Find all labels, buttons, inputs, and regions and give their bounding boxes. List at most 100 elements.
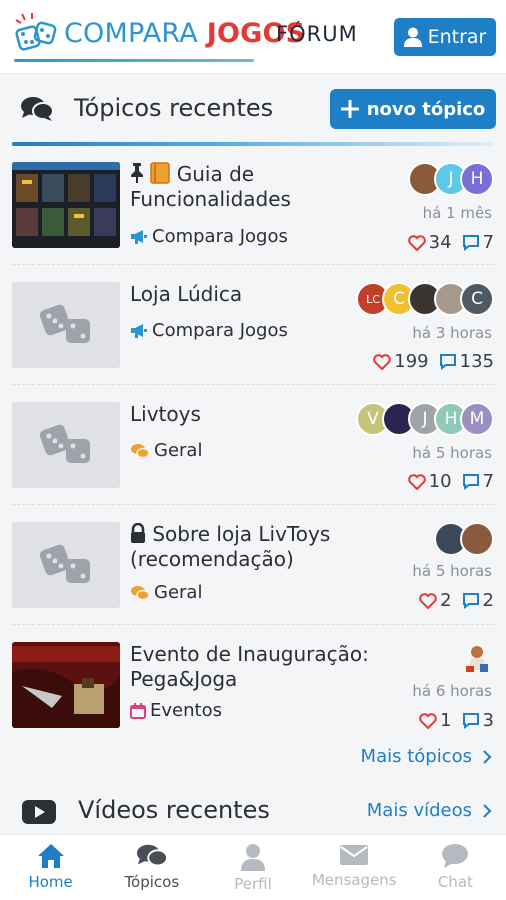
heart-icon: [407, 473, 426, 490]
topic-category[interactable]: Geral: [130, 440, 202, 461]
topic-time: há 6 horas: [412, 682, 492, 700]
section-divider: [12, 142, 494, 146]
reply-icon: [462, 713, 479, 729]
topic-separator: [12, 384, 494, 385]
topic-thumbnail[interactable]: [12, 522, 120, 608]
topic-time: há 3 horas: [412, 324, 492, 342]
dice-logo-icon: [15, 13, 57, 51]
new-topic-label: novo tópico: [366, 98, 486, 120]
dice-placeholder-icon: [39, 304, 90, 343]
dice-placeholder-icon: [39, 544, 90, 583]
likes-count: 2: [440, 590, 452, 611]
likes-count: 10: [428, 471, 452, 492]
category-label: Compara Jogos: [152, 320, 288, 341]
screenshot-thumbnail-image: [12, 162, 120, 248]
category-label: Compara Jogos: [152, 226, 288, 247]
lock-icon: [130, 522, 152, 546]
avatar: M: [460, 402, 494, 436]
more-topics-label: Mais tópicos: [360, 746, 472, 767]
category-label: Geral: [154, 440, 203, 461]
topic-thumbnail[interactable]: [12, 402, 120, 488]
topic-stats: 1 3: [413, 710, 494, 731]
user-icon: [403, 27, 422, 47]
topic-title-row[interactable]: Guia de Funcionalidades: [130, 162, 340, 212]
plus-icon: [340, 100, 359, 118]
comments-icon: [21, 97, 54, 121]
pin-icon: [130, 162, 150, 186]
topic-item[interactable]: Sobre loja LivToys (recomendação) Geral …: [12, 522, 494, 632]
topic-time: há 5 horas: [412, 562, 492, 580]
topic-title[interactable]: Loja Lúdica: [130, 282, 330, 307]
youtube-icon: [22, 800, 56, 824]
book-icon: [150, 162, 176, 186]
replies-count: 7: [482, 471, 494, 492]
topic-thumbnail[interactable]: [12, 162, 120, 248]
reply-icon: [462, 235, 479, 251]
megaphone-icon: [131, 323, 147, 338]
topic-category[interactable]: Eventos: [130, 700, 222, 721]
compara-jogos-logo[interactable]: COMPARA JOGOS: [12, 12, 305, 56]
topic-separator: [12, 264, 494, 265]
category-label: Eventos: [150, 700, 222, 721]
chat-bubbles-icon: [131, 443, 150, 458]
likes-count: 34: [428, 232, 452, 253]
topic-time: há 5 horas: [412, 444, 492, 462]
logo-underline: [14, 59, 254, 62]
chevron-right-icon: [483, 749, 492, 764]
replies-count: 3: [482, 710, 494, 731]
avatar: C: [460, 282, 494, 316]
bottom-navigation: Home Tópicos Perfil Mensagens Chat: [0, 834, 506, 900]
topic-separator: [12, 504, 494, 505]
nav-messages[interactable]: Mensagens: [304, 835, 405, 900]
nav-chat[interactable]: Chat: [405, 835, 506, 900]
app-header: COMPARA JOGOS FÓRUM Entrar: [0, 0, 506, 74]
participant-avatars: H J: [408, 162, 494, 196]
nav-messages-label: Mensagens: [311, 871, 397, 889]
topic-item[interactable]: Loja Lúdica Compara Jogos C C LC há 3 ho…: [12, 282, 494, 392]
likes-count: 199: [394, 351, 429, 372]
participant-avatars: C C LC: [356, 282, 494, 316]
new-topic-button[interactable]: novo tópico: [330, 89, 496, 129]
nav-topics[interactable]: Tópicos: [101, 835, 202, 900]
nav-home[interactable]: Home: [0, 835, 101, 900]
chevron-right-icon: [483, 803, 492, 818]
topic-category[interactable]: Geral: [130, 582, 202, 603]
more-topics-link[interactable]: Mais tópicos: [361, 746, 492, 767]
topic-stats: 2 2: [413, 590, 494, 611]
topic-category[interactable]: Compara Jogos: [130, 226, 288, 247]
heart-icon: [407, 234, 426, 251]
topic-stats: 10 7: [402, 471, 494, 492]
logo-text-compara: COMPARA: [64, 18, 198, 49]
topic-item[interactable]: Guia de Funcionalidades Compara Jogos H …: [12, 162, 494, 272]
reply-icon: [462, 593, 479, 609]
more-videos-link[interactable]: Mais vídeos: [367, 800, 492, 821]
replies-count: 135: [459, 351, 494, 372]
topic-title-row[interactable]: Sobre loja LivToys (recomendação): [130, 522, 360, 572]
topic-stats: 199 135: [367, 351, 494, 372]
calendar-icon: [130, 702, 146, 719]
nav-chat-label: Chat: [437, 873, 473, 891]
home-icon: [37, 844, 64, 868]
forum-link[interactable]: FÓRUM: [276, 22, 358, 46]
login-button[interactable]: Entrar: [394, 18, 496, 56]
topic-item[interactable]: Evento de Inauguração: Pega&Joga Eventos…: [12, 642, 494, 752]
topic-title[interactable]: Evento de Inauguração: Pega&Joga: [130, 642, 400, 692]
nav-home-label: Home: [28, 873, 73, 891]
avatar-mascot: [460, 642, 494, 676]
logo-text: COMPARA JOGOS: [64, 12, 305, 56]
topic-thumbnail[interactable]: [12, 282, 120, 368]
megaphone-icon: [131, 229, 147, 244]
topic-title[interactable]: Sobre loja LivToys (recomendação): [130, 522, 330, 571]
user-icon: [241, 844, 265, 871]
envelope-icon: [340, 845, 369, 865]
nav-topics-label: Tópicos: [124, 873, 180, 891]
nav-profile[interactable]: Perfil: [202, 835, 303, 900]
topic-title[interactable]: Livtoys: [130, 402, 330, 427]
reply-icon: [439, 354, 456, 370]
chat-icon: [442, 844, 469, 868]
topic-category[interactable]: Compara Jogos: [130, 320, 288, 341]
topic-stats: 34 7: [402, 232, 494, 253]
topic-thumbnail[interactable]: [12, 642, 120, 728]
topic-item[interactable]: Livtoys Geral M H J V há 5 horas 10 7: [12, 402, 494, 512]
category-label: Geral: [154, 582, 203, 603]
